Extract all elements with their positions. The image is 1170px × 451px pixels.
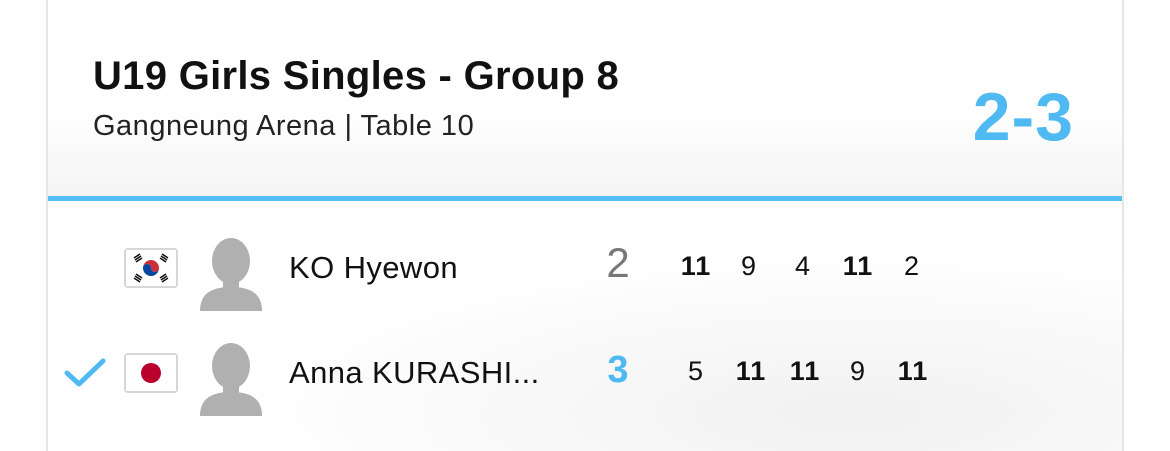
game-score: 11 [680, 251, 712, 281]
game-score: 5 [687, 356, 705, 386]
game-score: 11 [842, 251, 874, 281]
korea-flag-icon [124, 248, 178, 288]
match-card[interactable]: U19 Girls Singles - Group 8 Gangneung Ar… [46, 0, 1124, 451]
game-score: 11 [789, 356, 821, 386]
match-score: 2-3 [972, 79, 1074, 155]
match-title: U19 Girls Singles - Group 8 [93, 54, 620, 98]
player-name[interactable]: Anna KURASHI... [289, 355, 540, 391]
game-score: 4 [794, 251, 812, 281]
game-score: 9 [849, 356, 867, 386]
game-score: 11 [897, 356, 929, 386]
avatar-placeholder-icon [196, 231, 266, 311]
player-sets-won: 3 [607, 349, 629, 391]
player-name[interactable]: KO Hyewon [289, 250, 458, 286]
player-rows: KO Hyewon 2 11 9 4 11 2 Anna KURASHI... … [48, 201, 1122, 451]
avatar-placeholder-icon [196, 336, 266, 416]
match-venue: Gangneung Arena | Table 10 [93, 110, 475, 142]
match-header: U19 Girls Singles - Group 8 Gangneung Ar… [48, 0, 1122, 198]
game-score: 9 [740, 251, 758, 281]
game-score: 11 [735, 356, 767, 386]
player-row[interactable]: KO Hyewon 2 11 9 4 11 2 [48, 221, 1122, 311]
player-sets-won: 2 [606, 239, 630, 286]
winner-check-icon [64, 358, 106, 388]
japan-flag-icon [124, 353, 178, 393]
player-row[interactable]: Anna KURASHI... 3 5 11 11 9 11 [48, 326, 1122, 416]
game-score: 2 [903, 251, 921, 281]
